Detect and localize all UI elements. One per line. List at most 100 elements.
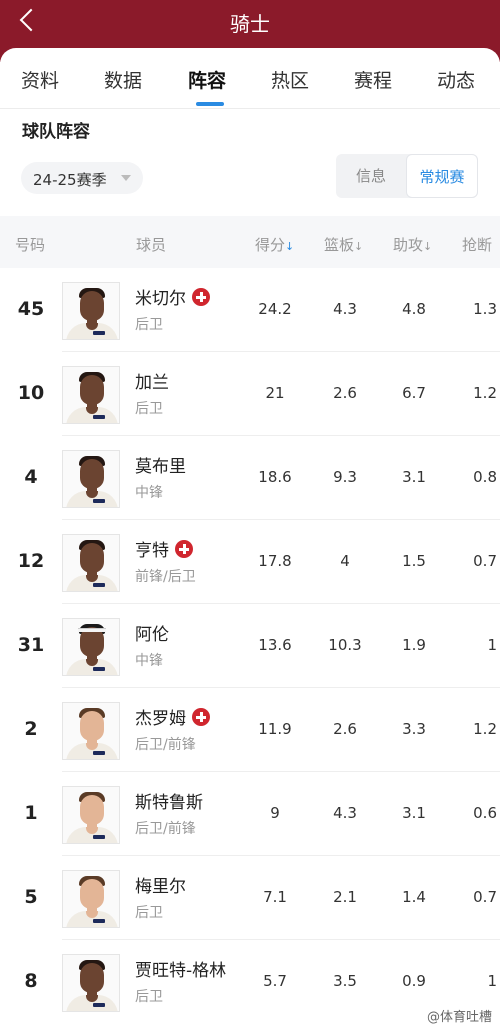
table-row[interactable]: 12 亨特 前锋/后卫 17.8 4 1.5 0.7 (0, 520, 500, 604)
stat-assists: 6.7 (402, 384, 426, 402)
header-player: 球员 (136, 236, 167, 254)
stat-points: 21 (265, 384, 285, 402)
header-steals[interactable]: 抢断 (462, 234, 492, 255)
player-avatar (62, 870, 120, 928)
header-rebounds[interactable]: 篮板↓ (324, 234, 363, 255)
player-name-cell: 杰罗姆 (135, 704, 210, 729)
watermark: @体育吐槽 (426, 1010, 492, 1025)
player-name: 梅里尔 (135, 877, 186, 897)
stat-rebounds: 4.3 (333, 804, 357, 822)
player-name: 杰罗姆 (135, 709, 186, 729)
table-row[interactable]: 10 加兰 后卫 21 2.6 6.7 1.2 (0, 352, 500, 436)
stat-points: 17.8 (258, 552, 292, 570)
stat-assists: 3.1 (402, 804, 426, 822)
segment-regular-season[interactable]: 常规赛 (406, 154, 478, 198)
jersey-number: 4 (24, 466, 38, 488)
tab-profile[interactable]: 资料 (21, 66, 59, 93)
stat-steals: 1 (487, 636, 497, 654)
table-row[interactable]: 5 梅里尔 后卫 7.1 2.1 1.4 0.7 (0, 856, 500, 940)
player-name: 阿伦 (135, 625, 169, 645)
player-position: 中锋 (135, 485, 163, 501)
jersey-number: 10 (17, 382, 45, 404)
header-assists-label: 助攻 (393, 236, 424, 254)
table-row[interactable]: 31 阿伦 中锋 13.6 10.3 1.9 1 (0, 604, 500, 688)
stat-points: 18.6 (258, 468, 292, 486)
stat-rebounds: 3.5 (333, 972, 357, 990)
player-avatar (62, 618, 120, 676)
stat-rebounds: 4 (340, 552, 350, 570)
player-avatar (62, 954, 120, 1012)
player-position: 后卫 (135, 317, 163, 333)
player-avatar (62, 282, 120, 340)
stat-assists: 4.8 (402, 300, 426, 318)
jersey-number: 5 (24, 886, 38, 908)
stat-assists: 3.1 (402, 468, 426, 486)
segment-info[interactable]: 信息 (336, 154, 406, 198)
sort-arrow-icon: ↓ (423, 240, 433, 253)
tab-bar: 资料 数据 阵容 热区 赛程 动态 (0, 48, 500, 108)
player-position: 后卫 (135, 905, 163, 921)
stat-rebounds: 2.1 (333, 888, 357, 906)
player-position: 后卫 (135, 401, 163, 417)
tab-schedule[interactable]: 赛程 (354, 66, 392, 93)
sort-arrow-icon: ↓ (354, 240, 364, 253)
stat-points: 9 (270, 804, 280, 822)
stat-steals: 1.2 (473, 384, 497, 402)
player-name-cell: 贾旺特-格林 (135, 956, 226, 981)
stat-points: 13.6 (258, 636, 292, 654)
active-tab-indicator (196, 102, 224, 106)
page-title: 骑士 (230, 12, 270, 36)
stat-points: 24.2 (258, 300, 292, 318)
stat-steals: 0.7 (473, 888, 497, 906)
player-name-cell: 加兰 (135, 368, 169, 393)
header-points[interactable]: 得分↓ (255, 234, 294, 255)
tab-roster[interactable]: 阵容 (188, 66, 226, 93)
player-position: 后卫 (135, 989, 163, 1005)
table-row[interactable]: 8 贾旺特-格林 后卫 5.7 3.5 0.9 1 (0, 940, 500, 1024)
player-position: 前锋/后卫 (135, 569, 196, 585)
stat-steals: 1.3 (473, 300, 497, 318)
jersey-number: 8 (24, 970, 38, 992)
tab-hot-zones[interactable]: 热区 (271, 66, 309, 93)
season-value: 24-25赛季 (33, 171, 107, 189)
player-avatar (62, 702, 120, 760)
table-row[interactable]: 45 米切尔 后卫 24.2 4.3 4.8 1.3 (0, 268, 500, 352)
player-position: 后卫/前锋 (135, 821, 196, 837)
header-number: 号码 (15, 236, 46, 254)
table-header: 号码 球员 得分↓ 篮板↓ 助攻↓ 抢断 (0, 216, 500, 268)
player-name-cell: 梅里尔 (135, 872, 186, 897)
caret-down-icon (121, 175, 131, 181)
stat-assists: 1.4 (402, 888, 426, 906)
stat-assists: 3.3 (402, 720, 426, 738)
player-name: 莫布里 (135, 457, 186, 477)
injury-cross-icon (175, 540, 193, 558)
player-name-cell: 亨特 (135, 536, 193, 561)
player-name: 加兰 (135, 373, 169, 393)
stat-rebounds: 2.6 (333, 720, 357, 738)
header-assists[interactable]: 助攻↓ (393, 234, 432, 255)
stat-assists: 1.5 (402, 552, 426, 570)
stat-rebounds: 4.3 (333, 300, 357, 318)
stat-assists: 1.9 (402, 636, 426, 654)
section-title: 球队阵容 (22, 122, 90, 142)
tab-news[interactable]: 动态 (437, 66, 475, 93)
table-row[interactable]: 4 莫布里 中锋 18.6 9.3 3.1 0.8 (0, 436, 500, 520)
table-row[interactable]: 1 斯特鲁斯 后卫/前锋 9 4.3 3.1 0.6 (0, 772, 500, 856)
stat-steals: 0.8 (473, 468, 497, 486)
tab-divider (0, 108, 500, 109)
jersey-number: 31 (17, 634, 45, 656)
injury-cross-icon (192, 288, 210, 306)
player-name-cell: 米切尔 (135, 284, 210, 309)
content-panel: 资料 数据 阵容 热区 赛程 动态 球队阵容 24-25赛季 信息 常规赛 号码… (0, 48, 500, 1034)
tab-stats[interactable]: 数据 (104, 66, 142, 93)
table-row[interactable]: 2 杰罗姆 后卫/前锋 11.9 2.6 3.3 1.2 (0, 688, 500, 772)
stat-points: 7.1 (263, 888, 287, 906)
player-name: 斯特鲁斯 (135, 793, 203, 813)
player-name: 贾旺特-格林 (135, 961, 227, 981)
stat-steals: 1 (487, 972, 497, 990)
player-avatar (62, 786, 120, 844)
player-name-cell: 莫布里 (135, 452, 186, 477)
jersey-number: 2 (24, 718, 38, 740)
stat-rebounds: 2.6 (333, 384, 357, 402)
season-dropdown[interactable]: 24-25赛季 (21, 162, 143, 194)
